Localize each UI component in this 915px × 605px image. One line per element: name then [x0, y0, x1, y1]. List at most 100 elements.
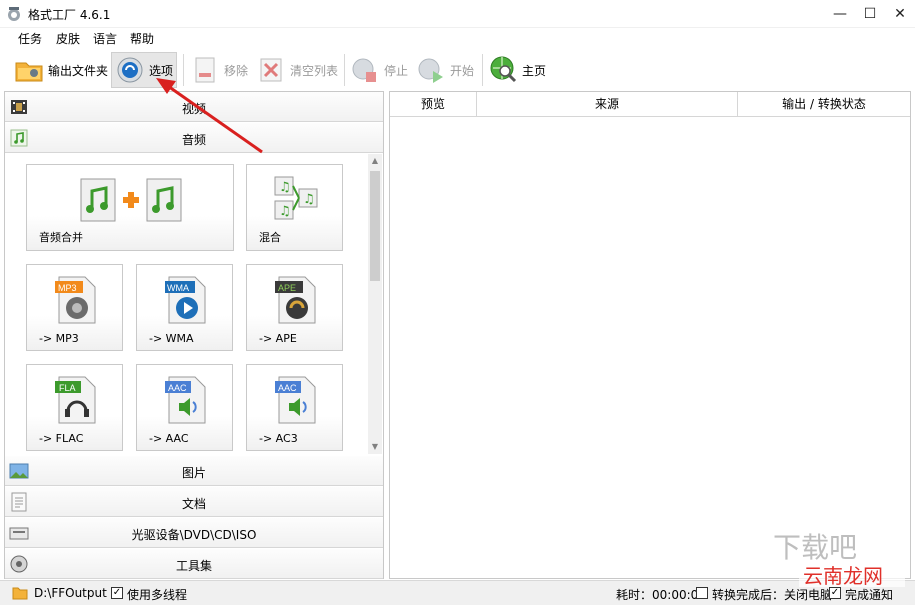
column-output-status[interactable]: 输出 / 转换状态 — [738, 92, 910, 117]
ape-badge: APE — [278, 283, 296, 293]
multithread-label: 使用多线程 — [127, 588, 188, 602]
toolbar: 输出文件夹 选项 移除 清空列表 停止 开始 主页 — [0, 50, 915, 90]
after-convert-checkbox[interactable] — [696, 587, 708, 599]
remove-label: 移除 — [224, 63, 249, 78]
tile-mix[interactable]: ♫ ♫ ♫ 混合 — [246, 164, 343, 251]
home-button[interactable]: 主页 — [488, 52, 546, 88]
gear-icon — [117, 57, 143, 83]
watermark-text: 云南龙网 — [803, 564, 883, 588]
menu-skin[interactable]: 皮肤 — [56, 30, 80, 47]
category-audio-label: 音频 — [181, 133, 206, 147]
stop-label: 停止 — [384, 63, 409, 78]
tile-flac[interactable]: FLA -> FLAC — [26, 364, 123, 451]
tile-flac-label: -> FLAC — [39, 432, 84, 445]
column-source[interactable]: 来源 — [477, 92, 738, 117]
minimize-button[interactable]: — — [825, 0, 855, 28]
aac-file-icon: AAC — [165, 376, 206, 424]
tile-mp3-label: -> MP3 — [39, 332, 79, 345]
toolbar-separator — [482, 54, 483, 86]
menu-bar: 任务 皮肤 语言 帮助 — [0, 28, 915, 48]
category-document-label: 文档 — [181, 497, 206, 511]
category-disc-label: 光驱设备\DVD\CD\ISO — [131, 528, 257, 542]
svg-text:♫: ♫ — [303, 192, 315, 207]
app-logo-icon — [8, 7, 20, 21]
tile-ac3[interactable]: AAC -> AC3 — [246, 364, 343, 451]
category-document[interactable]: 文档 — [5, 487, 383, 517]
tile-ape-label: -> APE — [259, 332, 297, 345]
remove-button[interactable]: 移除 — [190, 52, 248, 88]
clear-list-button[interactable]: 清空列表 — [256, 52, 338, 88]
tile-aac[interactable]: AAC -> AAC — [136, 364, 233, 451]
category-tools[interactable]: 工具集 — [5, 549, 383, 579]
output-folder-label: 输出文件夹 — [48, 63, 109, 78]
multithread-checkbox[interactable]: ✓ — [111, 587, 123, 599]
menu-help[interactable]: 帮助 — [130, 30, 154, 47]
globe-search-icon — [490, 56, 517, 83]
svg-text:♫: ♫ — [279, 204, 291, 219]
start-button[interactable]: 开始 — [416, 52, 474, 88]
category-audio[interactable]: 音频 — [5, 123, 383, 153]
menu-task[interactable]: 任务 — [18, 30, 42, 47]
start-label: 开始 — [450, 63, 475, 78]
scroll-thumb[interactable] — [370, 171, 380, 281]
flac-badge: FLA — [59, 383, 76, 393]
aac-badge: AAC — [168, 383, 187, 393]
category-disc[interactable]: 光驱设备\DVD\CD\ISO — [5, 518, 383, 548]
stop-icon — [352, 58, 376, 82]
elapsed-time: 耗时：00:00:00 — [616, 588, 706, 602]
close-button[interactable]: ✕ — [885, 0, 915, 28]
tile-audio-merge[interactable]: 音频合并 — [26, 164, 234, 251]
category-video[interactable]: 视频 — [5, 92, 383, 122]
folder-icon — [15, 62, 43, 82]
tile-mp3[interactable]: MP3 -> MP3 — [26, 264, 123, 351]
tile-wma[interactable]: WMA -> WMA — [136, 264, 233, 351]
mp3-badge: MP3 — [58, 283, 77, 293]
task-list[interactable]: 预览 来源 输出 / 转换状态 — [389, 91, 911, 579]
audio-merge-icon — [80, 178, 182, 222]
remove-document-icon — [195, 57, 215, 83]
mp3-file-icon: MP3 — [55, 276, 96, 324]
output-path[interactable]: D:\FFOutput — [34, 586, 107, 600]
wma-file-icon: WMA — [165, 276, 206, 324]
home-label: 主页 — [522, 63, 547, 78]
category-tools-label: 工具集 — [175, 559, 212, 573]
folder-icon[interactable] — [12, 586, 28, 600]
tile-mix-label: 混合 — [259, 231, 281, 244]
start-icon — [418, 58, 443, 83]
tile-ape[interactable]: APE -> APE — [246, 264, 343, 351]
tile-aac-label: -> AAC — [149, 432, 189, 445]
svg-text:♫: ♫ — [279, 180, 291, 195]
column-preview[interactable]: 预览 — [390, 92, 477, 117]
toolbar-separator — [183, 54, 184, 86]
flac-file-icon: FLA — [55, 376, 96, 424]
output-folder-button[interactable]: 输出文件夹 — [14, 52, 108, 88]
ac3-file-icon: AAC — [275, 376, 316, 424]
stop-button[interactable]: 停止 — [350, 52, 408, 88]
options-button[interactable]: 选项 — [111, 52, 177, 88]
category-image[interactable]: 图片 — [5, 456, 383, 486]
window-title: 格式工厂 4.6.1 — [28, 8, 111, 22]
clear-list-label: 清空列表 — [290, 63, 339, 78]
audio-mix-icon: ♫ ♫ ♫ — [274, 176, 318, 220]
maximize-button[interactable]: ☐ — [855, 0, 885, 28]
title-bar: 格式工厂 4.6.1 — ☐ ✕ — [0, 0, 915, 28]
watermark-logo: 下载吧 云南龙网 — [773, 532, 905, 588]
menu-language[interactable]: 语言 — [93, 30, 117, 47]
tile-scrollbar[interactable]: ▲ ▼ — [368, 154, 382, 454]
ac3-badge: AAC — [278, 383, 297, 393]
tile-ac3-label: -> AC3 — [259, 432, 298, 445]
scroll-up-icon[interactable]: ▲ — [368, 154, 382, 168]
options-label: 选项 — [149, 63, 174, 78]
scroll-down-icon[interactable]: ▼ — [368, 440, 382, 454]
category-video-label: 视频 — [181, 102, 206, 116]
wma-badge: WMA — [167, 283, 189, 293]
ape-file-icon: APE — [275, 276, 316, 324]
tile-audio-merge-label: 音频合并 — [39, 231, 83, 244]
clear-list-icon — [260, 58, 282, 82]
audio-tool-grid: 音频合并 ♫ ♫ ♫ 混合 MP3 -> MP3 WMA -> WMA APE … — [6, 154, 368, 454]
category-panel: 视频 音频 音频合并 ♫ ♫ ♫ 混合 MP3 -> MP3 WMA -> WM… — [4, 91, 384, 579]
svg-text:下载吧: 下载吧 — [773, 532, 857, 563]
category-image-label: 图片 — [181, 466, 206, 480]
tile-wma-label: -> WMA — [149, 332, 194, 345]
toolbar-separator — [344, 54, 345, 86]
